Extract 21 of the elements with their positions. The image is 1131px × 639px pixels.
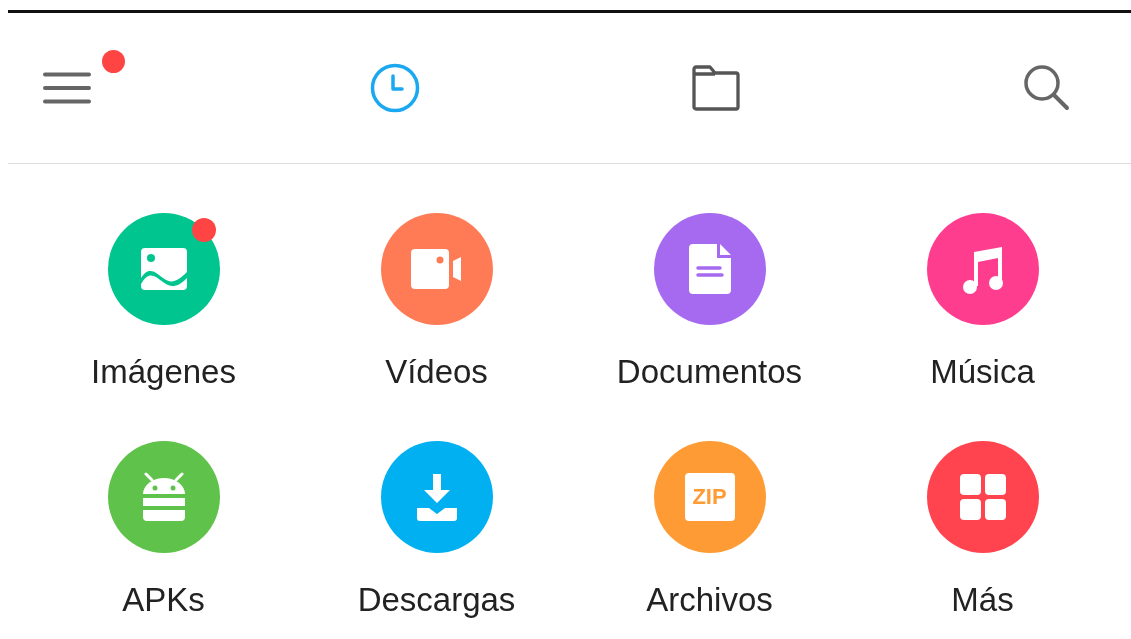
category-label: Imágenes bbox=[91, 354, 236, 390]
category-label: Vídeos bbox=[385, 354, 488, 390]
image-icon bbox=[140, 248, 187, 290]
search-icon[interactable] bbox=[1022, 63, 1072, 113]
document-icon bbox=[688, 244, 731, 294]
zip-icon: ZIP bbox=[684, 473, 735, 521]
category-button[interactable]: ZIP bbox=[653, 441, 766, 553]
category-label: Descargas bbox=[357, 582, 516, 618]
music-note-icon bbox=[960, 244, 1005, 294]
category-label: Más bbox=[951, 582, 1014, 618]
category-label: Archivos bbox=[646, 582, 773, 618]
grid-icon bbox=[959, 474, 1006, 520]
menu-icon[interactable] bbox=[43, 72, 91, 104]
android-icon bbox=[140, 472, 187, 522]
video-camera-icon bbox=[410, 249, 463, 289]
download-icon bbox=[414, 472, 459, 522]
category-label: APKs bbox=[122, 582, 205, 618]
clock-icon[interactable] bbox=[370, 63, 420, 113]
category-label: Música bbox=[930, 354, 1035, 390]
folder-icon[interactable] bbox=[691, 64, 741, 112]
category-label: Documentos bbox=[616, 354, 803, 390]
